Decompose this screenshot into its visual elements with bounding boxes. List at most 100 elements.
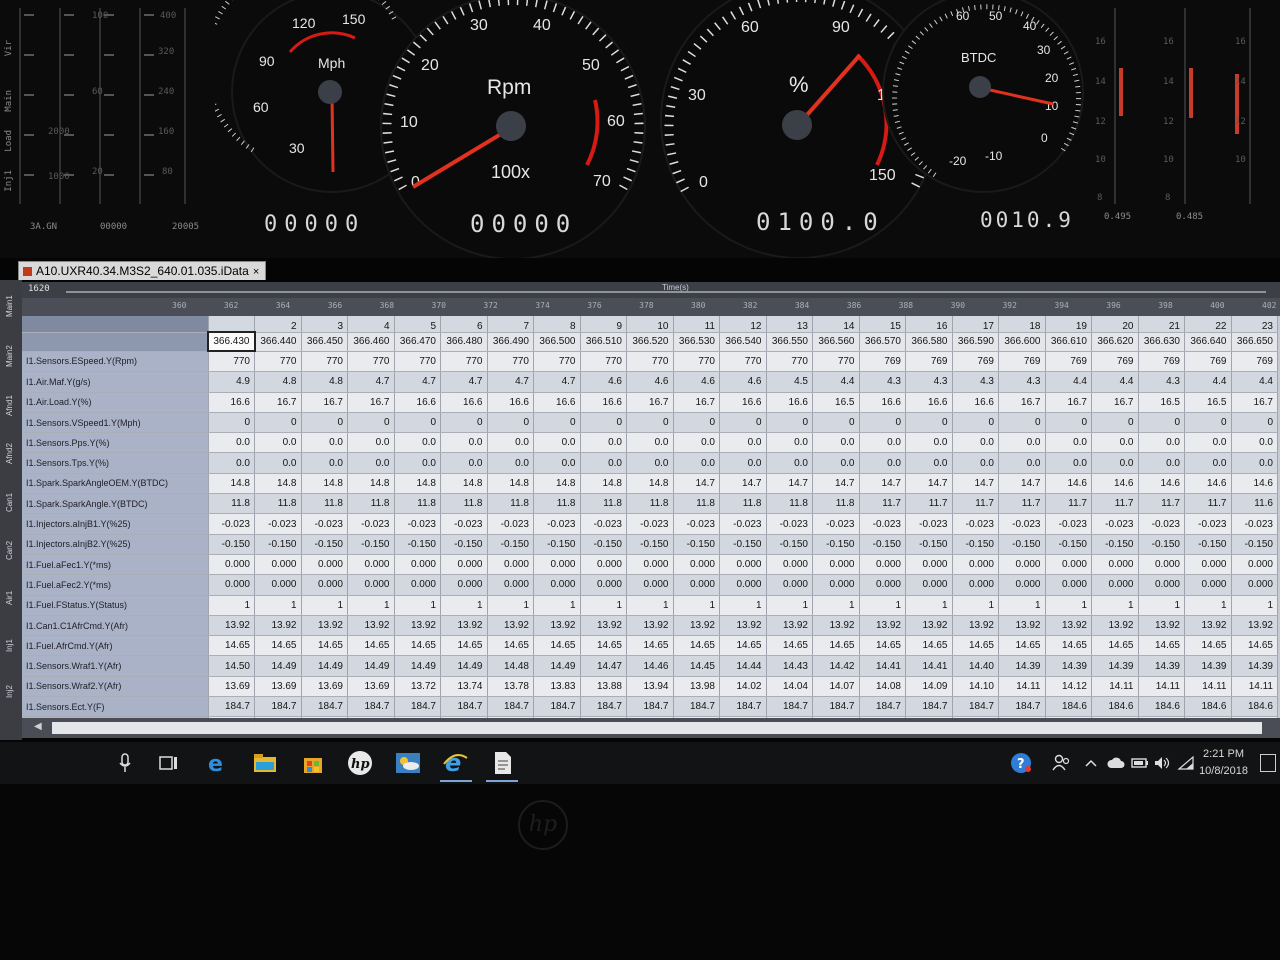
data-cell[interactable]: 16.6 [766,392,813,413]
data-cell[interactable]: 14.42 [812,655,860,677]
column-header[interactable]: 12 [719,316,767,333]
data-cell[interactable]: 14.11 [998,676,1046,698]
data-cell[interactable]: 14.39 [1138,655,1185,677]
side-tab[interactable]: Inj2 [2,672,18,712]
time-cell[interactable]: 366.470 [394,332,441,352]
system-clock[interactable]: 2:21 PM 10/8/2018 [1199,746,1248,780]
data-cell[interactable]: 14.65 [394,635,441,657]
data-cell[interactable]: 13.92 [998,615,1046,637]
data-cell[interactable]: 0.000 [487,574,534,596]
data-cell[interactable]: 16.5 [1138,392,1185,413]
data-cell[interactable]: 4.9 [208,371,255,393]
data-cell[interactable]: 14.07 [812,676,860,698]
side-tab[interactable]: Afnd1 [2,386,18,426]
data-cell[interactable]: 14.8 [580,473,627,495]
data-cell[interactable]: 770 [394,351,441,373]
data-cell[interactable]: 14.39 [1091,655,1139,677]
data-cell[interactable]: -0.150 [673,534,720,555]
channel-label[interactable]: I1.Sensors.Tps.Y(%) [22,452,209,474]
data-grid[interactable]: 2 3 4 5 6 7 8 9 10 11 12 13 14 15 16 17 18 19 20 21 22 23 366.… [22,316,1280,718]
data-cell[interactable]: 16.7 [673,392,720,413]
data-cell[interactable]: 1 [859,595,906,616]
data-cell[interactable]: 0.000 [673,574,720,596]
data-cell[interactable]: 1 [347,595,395,616]
data-cell[interactable]: 184.6 [1138,696,1185,718]
data-cell[interactable]: 16.5 [1184,392,1232,413]
data-cell[interactable]: 0.000 [859,574,906,596]
data-cell[interactable]: 14.41 [905,655,953,677]
channel-label[interactable]: I1.Can1.C1AfrCmd.Y(Afr) [22,615,209,637]
data-cell[interactable]: -0.150 [905,534,953,555]
data-cell[interactable]: 14.8 [626,473,674,495]
data-cell[interactable]: 14.45 [673,655,720,677]
data-cell[interactable]: 14.65 [812,635,860,657]
data-cell[interactable]: 0 [254,412,302,434]
data-cell[interactable]: 14.39 [1231,655,1278,677]
channel-label[interactable]: I1.Injectors.aInjB2.Y(%25) [22,534,209,555]
data-cell[interactable]: 769 [859,351,906,373]
data-cell[interactable]: 0.0 [626,452,674,474]
column-header[interactable] [208,316,255,333]
data-cell[interactable]: 0.0 [673,432,720,454]
data-cell[interactable]: 0.0 [998,432,1046,454]
side-tab[interactable]: Can2 [2,530,18,570]
data-cell[interactable]: 0.000 [1184,554,1232,576]
data-cell[interactable]: 0.000 [719,554,767,576]
data-cell[interactable]: 14.8 [533,473,581,495]
data-cell[interactable]: 0 [1231,412,1278,434]
data-cell[interactable]: 0.000 [533,554,581,576]
data-cell[interactable]: 0.000 [719,574,767,596]
data-cell[interactable]: 0.000 [1138,574,1185,596]
data-cell[interactable]: 1 [1231,595,1278,616]
data-cell[interactable]: 0 [440,412,488,434]
data-cell[interactable]: 14.48 [487,655,534,677]
data-cell[interactable]: 11.8 [533,493,581,515]
data-cell[interactable]: 14.8 [208,473,255,495]
data-cell[interactable]: -0.023 [812,513,860,535]
data-cell[interactable]: 4.7 [487,371,534,393]
data-cell[interactable]: 0 [301,412,348,434]
data-cell[interactable]: 14.65 [487,635,534,657]
channel-label[interactable]: I1.Air.Maf.Y(g/s) [22,371,209,393]
data-cell[interactable]: 0.000 [347,554,395,576]
data-cell[interactable]: 16.6 [208,392,255,413]
data-cell[interactable]: 184.6 [1184,696,1232,718]
data-cell[interactable]: 0.0 [254,432,302,454]
microphone-icon[interactable] [112,750,138,776]
column-header[interactable]: 15 [859,316,906,333]
data-cell[interactable]: -0.150 [347,534,395,555]
data-cell[interactable]: 184.6 [1091,696,1139,718]
data-cell[interactable]: 4.3 [952,371,999,393]
data-cell[interactable]: 1 [812,595,860,616]
data-cell[interactable]: 184.7 [394,696,441,718]
channel-label[interactable]: I1.Injectors.aInjB1.Y(%25) [22,513,209,535]
column-header[interactable]: 23 [1231,316,1278,333]
data-cell[interactable]: 0 [952,412,999,434]
data-cell[interactable]: 4.3 [905,371,953,393]
data-cell[interactable]: -0.150 [580,534,627,555]
data-cell[interactable]: 0.000 [254,574,302,596]
data-cell[interactable]: 769 [952,351,999,373]
data-cell[interactable]: -0.150 [998,534,1046,555]
data-cell[interactable]: 0.0 [952,452,999,474]
data-cell[interactable]: 0 [905,412,953,434]
data-cell[interactable]: 11.8 [719,493,767,515]
data-cell[interactable]: 16.7 [301,392,348,413]
timeline-bar[interactable]: 1620 Time(s) [22,282,1280,298]
data-cell[interactable]: 14.49 [301,655,348,677]
data-cell[interactable]: -0.023 [766,513,813,535]
data-cell[interactable]: -0.023 [952,513,999,535]
time-cell[interactable]: 366.460 [347,332,395,352]
data-cell[interactable]: 1 [208,595,255,616]
data-cell[interactable]: 0.0 [1231,452,1278,474]
column-header[interactable]: 2 [254,316,302,333]
data-cell[interactable]: -0.150 [440,534,488,555]
data-cell[interactable]: 14.65 [1138,635,1185,657]
data-cell[interactable]: 14.65 [580,635,627,657]
data-cell[interactable]: 0.0 [440,432,488,454]
data-cell[interactable]: -0.150 [1231,534,1278,555]
data-cell[interactable]: 184.7 [812,696,860,718]
data-cell[interactable]: -0.150 [394,534,441,555]
data-cell[interactable]: 13.92 [766,615,813,637]
channel-label[interactable]: I1.Sensors.VSpeed1.Y(Mph) [22,412,209,434]
